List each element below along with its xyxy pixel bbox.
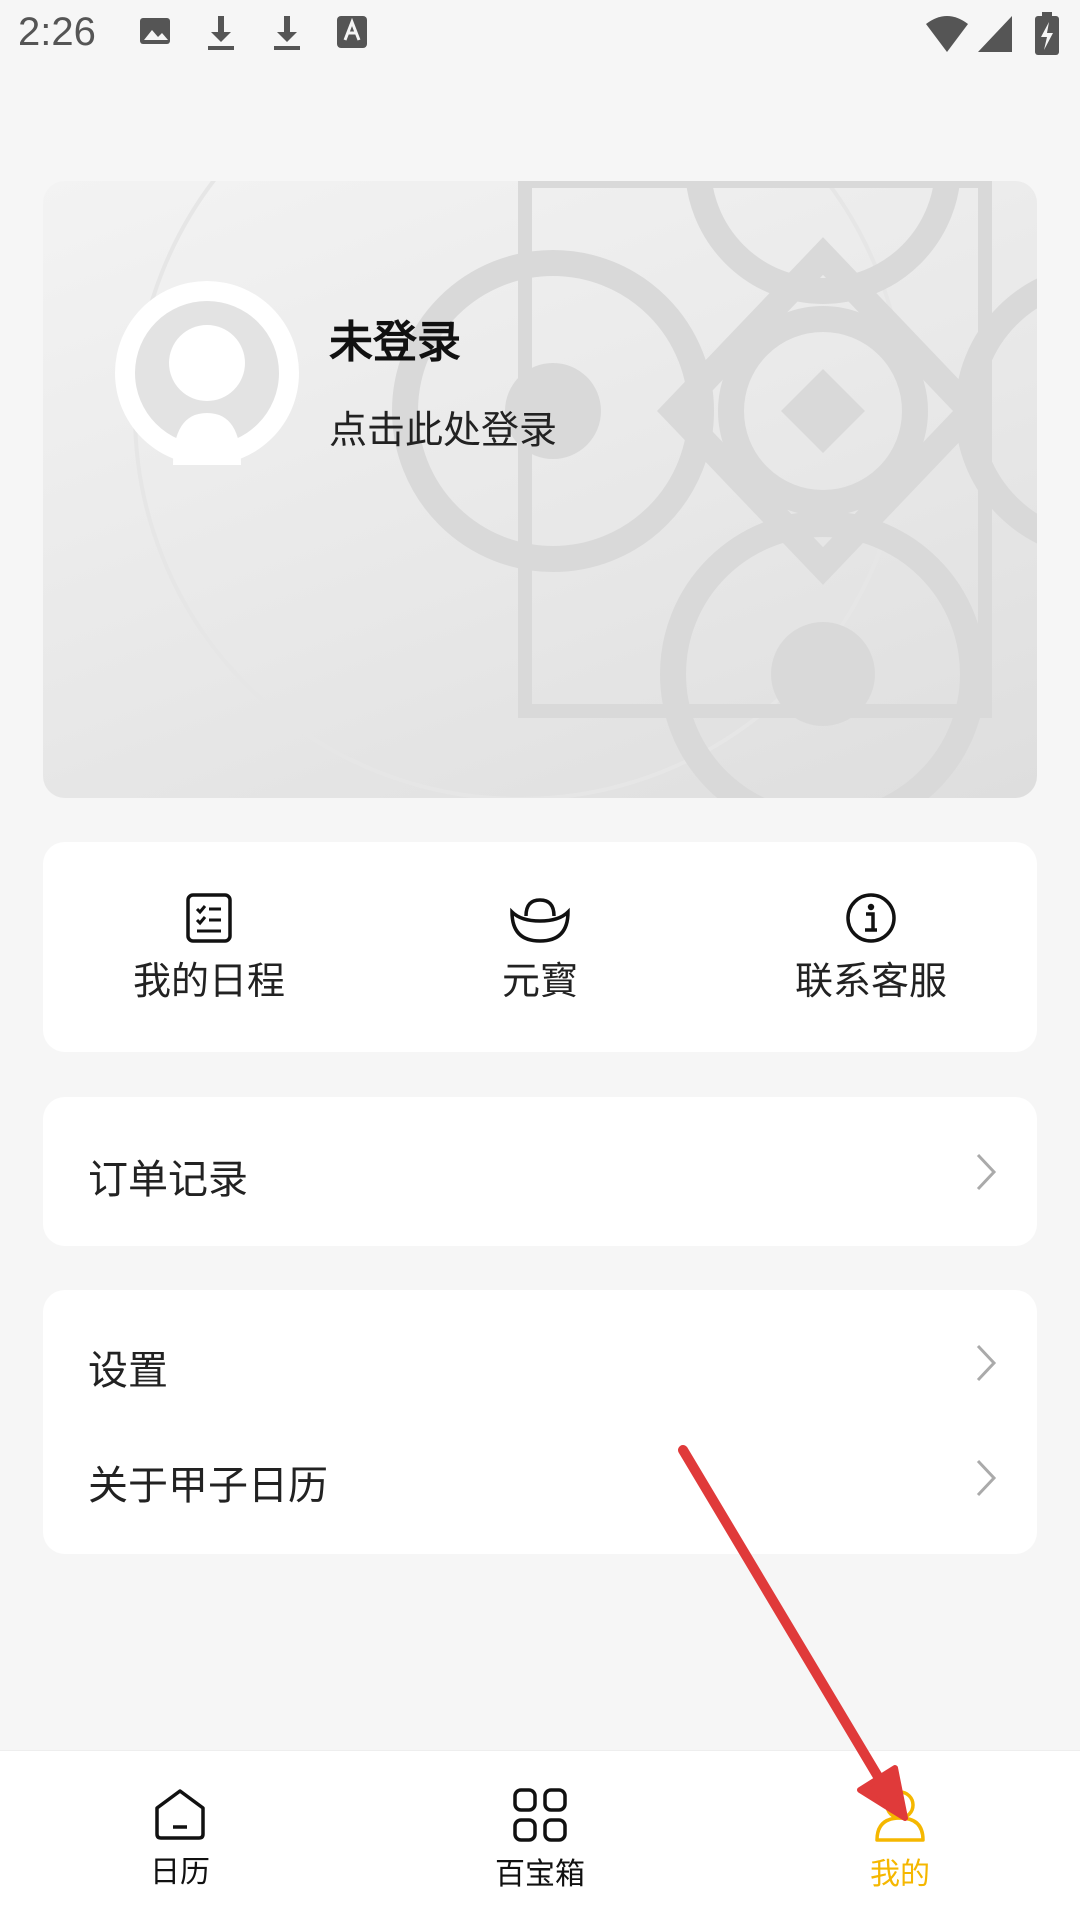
menu-item-order-history[interactable]: 订单记录 <box>43 1117 1037 1227</box>
tab-label: 我的 <box>870 1857 930 1892</box>
menu-item-label: 设置 <box>88 1348 168 1394</box>
quick-action-label: 联系客服 <box>794 959 947 1003</box>
chevron-right-icon <box>975 1458 997 1502</box>
tab-label: 百宝箱 <box>495 1857 585 1892</box>
menu-item-settings[interactable]: 设置 <box>43 1308 1037 1418</box>
coin-pattern-decoration <box>133 181 1037 798</box>
menu-group-settings: 设置 关于甲子日历 <box>43 1290 1037 1554</box>
info-icon <box>846 893 896 943</box>
quick-action-contact-support[interactable]: 联系客服 <box>711 892 1031 1005</box>
chevron-right-icon <box>975 1152 997 1196</box>
status-bar: 2:26 <box>0 0 1080 72</box>
quick-action-label: 元寳 <box>501 959 578 1003</box>
bottom-tab-bar: 日历 百宝箱 我的 <box>0 1750 1080 1921</box>
download-icon <box>270 14 304 56</box>
quick-action-ingot[interactable]: 元寳 <box>380 892 700 1005</box>
ingot-icon <box>510 898 570 943</box>
tab-calendar[interactable]: 日历 <box>80 1787 280 1891</box>
tab-label: 日历 <box>150 1855 210 1890</box>
status-time: 2:26 <box>18 10 96 54</box>
download-icon <box>204 14 238 56</box>
quick-action-label: 我的日程 <box>132 959 285 1003</box>
tab-mine[interactable]: 我的 <box>800 1787 1000 1893</box>
wifi-icon <box>924 14 970 58</box>
battery-charging-icon <box>1034 12 1060 60</box>
schedule-icon <box>186 893 232 943</box>
chevron-right-icon <box>975 1343 997 1387</box>
image-icon <box>138 14 172 52</box>
quick-action-schedule[interactable]: 我的日程 <box>49 892 369 1005</box>
home-icon <box>155 1789 205 1840</box>
avatar[interactable] <box>115 281 299 465</box>
text-a-icon <box>336 14 368 54</box>
menu-item-label: 订单记录 <box>88 1157 248 1203</box>
login-prompt-link[interactable]: 点击此处登录 <box>329 399 557 454</box>
tab-toolbox[interactable]: 百宝箱 <box>440 1787 640 1893</box>
user-icon <box>875 1790 925 1842</box>
grid-icon <box>513 1788 567 1842</box>
quick-actions-panel: 我的日程 元寳 联系客服 <box>43 842 1037 1052</box>
login-status-title: 未登录 <box>329 317 461 368</box>
menu-item-label: 关于甲子日历 <box>88 1463 328 1509</box>
signal-icon <box>976 14 1014 58</box>
default-avatar-icon <box>115 281 299 465</box>
menu-item-about[interactable]: 关于甲子日历 <box>43 1423 1037 1533</box>
profile-card[interactable]: 未登录 点击此处登录 <box>43 181 1037 798</box>
menu-group-orders: 订单记录 <box>43 1097 1037 1246</box>
